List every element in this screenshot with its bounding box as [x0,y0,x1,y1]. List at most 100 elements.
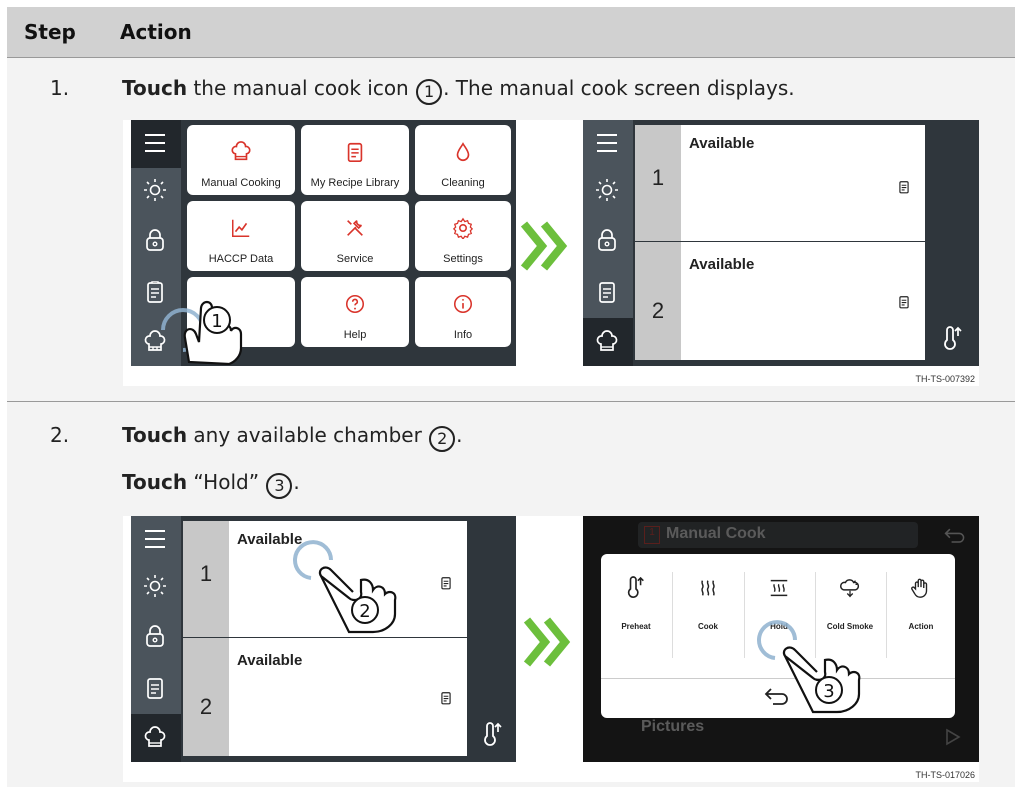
tile-label: Info [453,329,473,341]
chamber-badge: 1 [644,526,660,544]
figure-1: Manual Cooking My Recipe Library Cleanin… [123,120,979,386]
instr-text: . The manual cook screen displays. [443,76,795,100]
tile-help[interactable]: Help [301,277,409,347]
callout-marker: 1 [416,79,443,105]
tile-info[interactable]: Info [415,277,511,347]
chamber-number: 2 [635,242,681,360]
recipe-icon[interactable] [439,690,453,706]
thermometer-icon[interactable] [481,722,505,748]
step-instruction: Touch any available chamber 2. [122,423,463,452]
back-arrow-icon[interactable] [943,526,967,546]
callout-marker: 3 [823,681,834,702]
tile-settings[interactable]: Settings [415,201,511,271]
step-row-2: 2. Touch any available chamber 2. Touch … [7,402,1015,787]
tile-label: HACCP Data [208,253,274,265]
chamber-screen: 1 Available 2 Available 2 [131,516,516,762]
figure-id: TH-TS-017026 [915,770,975,780]
table-header: Step Action [7,7,1015,58]
step-row-1: 1. Touch the manual cook icon 1. The man… [7,58,1015,402]
hold-icon [770,579,788,597]
home-screen: Manual Cooking My Recipe Library Cleanin… [131,120,516,366]
bg-title: Manual Cook [666,525,766,542]
callout-marker: 2 [359,601,370,622]
brightness-icon[interactable] [143,178,167,202]
instr-text: the manual cook icon [187,76,416,100]
play-icon[interactable] [945,728,961,746]
recipe-list-icon [347,142,363,162]
bg-pictures: Pictures [641,718,705,735]
hand-pointer-icon: 3 [757,620,861,714]
title-bar: 1 Manual Cook [638,522,918,548]
menu-icon[interactable] [143,132,167,154]
chef-hat-icon[interactable] [595,330,619,354]
tile-label: Settings [443,253,483,265]
info-icon [453,294,473,314]
callout-marker: 3 [266,473,293,499]
option-preheat[interactable]: Preheat [601,572,671,652]
chamber-status: Available [689,256,755,273]
tile-label: Manual Cooking [201,177,281,189]
chamber-status: Available [237,652,303,669]
tile-recipe-library[interactable]: My Recipe Library [301,125,409,195]
instr-text: . [456,423,463,447]
lock-icon[interactable] [595,228,619,252]
procedure-table: Step Action 1. Touch the manual cook ico… [7,7,1015,787]
preheat-icon [627,576,644,598]
chamber-screen: 1 Available 2 Available [583,120,979,366]
callout-marker: 1 [211,311,222,332]
header-action: Action [120,20,192,44]
hand-pointer-icon: 2 [293,540,397,634]
instr-text: . [293,470,300,494]
tools-icon [347,220,363,236]
tile-cleaning[interactable]: Cleaning [415,125,511,195]
brightness-icon[interactable] [143,574,167,598]
verb: Touch [122,423,188,447]
chart-line-icon [232,219,250,237]
hand-icon [911,578,928,598]
hand-pointer-icon: 1 [161,300,243,365]
tile-manual-cooking[interactable]: Manual Cooking [187,125,295,195]
tile-label: Cleaning [441,177,485,189]
recipe-icon[interactable] [897,179,911,195]
double-chevron-icon [523,617,571,667]
thermometer-icon[interactable] [941,326,965,352]
tile-label: Service [336,253,374,265]
heat-waves-icon [701,580,715,596]
side-nav [131,516,181,762]
figure-2: 1 Available 2 Available 2 1 Manual Cook … [123,516,979,782]
recipe-icon[interactable] [143,676,167,700]
chamber-1[interactable]: 1 Available [635,125,925,241]
verb: Touch [122,470,188,494]
cold-smoke-icon [840,579,860,598]
chamber-status: Available [689,135,755,152]
option-cook[interactable]: Cook [673,572,743,652]
chamber-2[interactable]: 2 Available [635,242,925,360]
recipe-icon[interactable] [897,294,911,310]
verb: Touch [122,76,188,100]
lock-icon[interactable] [143,624,167,648]
lock-icon[interactable] [143,228,167,252]
step-instruction: Touch the manual cook icon 1. The manual… [122,76,795,105]
program-select-screen: 1 Manual Cook Pictures Preheat Cook Hold… [583,516,979,762]
chamber-number: 2 [183,638,229,756]
recipe-icon[interactable] [439,575,453,591]
option-action[interactable]: Action [886,572,956,652]
chef-hat-icon[interactable] [143,726,167,750]
recipe-icon[interactable] [595,280,619,304]
menu-icon[interactable] [143,528,167,550]
menu-icon[interactable] [595,132,619,154]
brightness-icon[interactable] [595,178,619,202]
chamber-2[interactable]: 2 Available [183,638,467,756]
option-label: Action [908,622,934,631]
header-step: Step [24,20,76,44]
chamber-number: 1 [635,125,681,241]
help-icon [345,294,365,314]
instr-text: “Hold” [187,470,266,494]
instr-text: any available chamber [187,423,429,447]
chef-hat-icon [231,141,251,161]
figure-id: TH-TS-007392 [915,374,975,384]
chamber-number: 1 [183,521,229,637]
tile-service[interactable]: Service [301,201,409,271]
side-nav [583,120,633,366]
tile-haccp-data[interactable]: HACCP Data [187,201,295,271]
